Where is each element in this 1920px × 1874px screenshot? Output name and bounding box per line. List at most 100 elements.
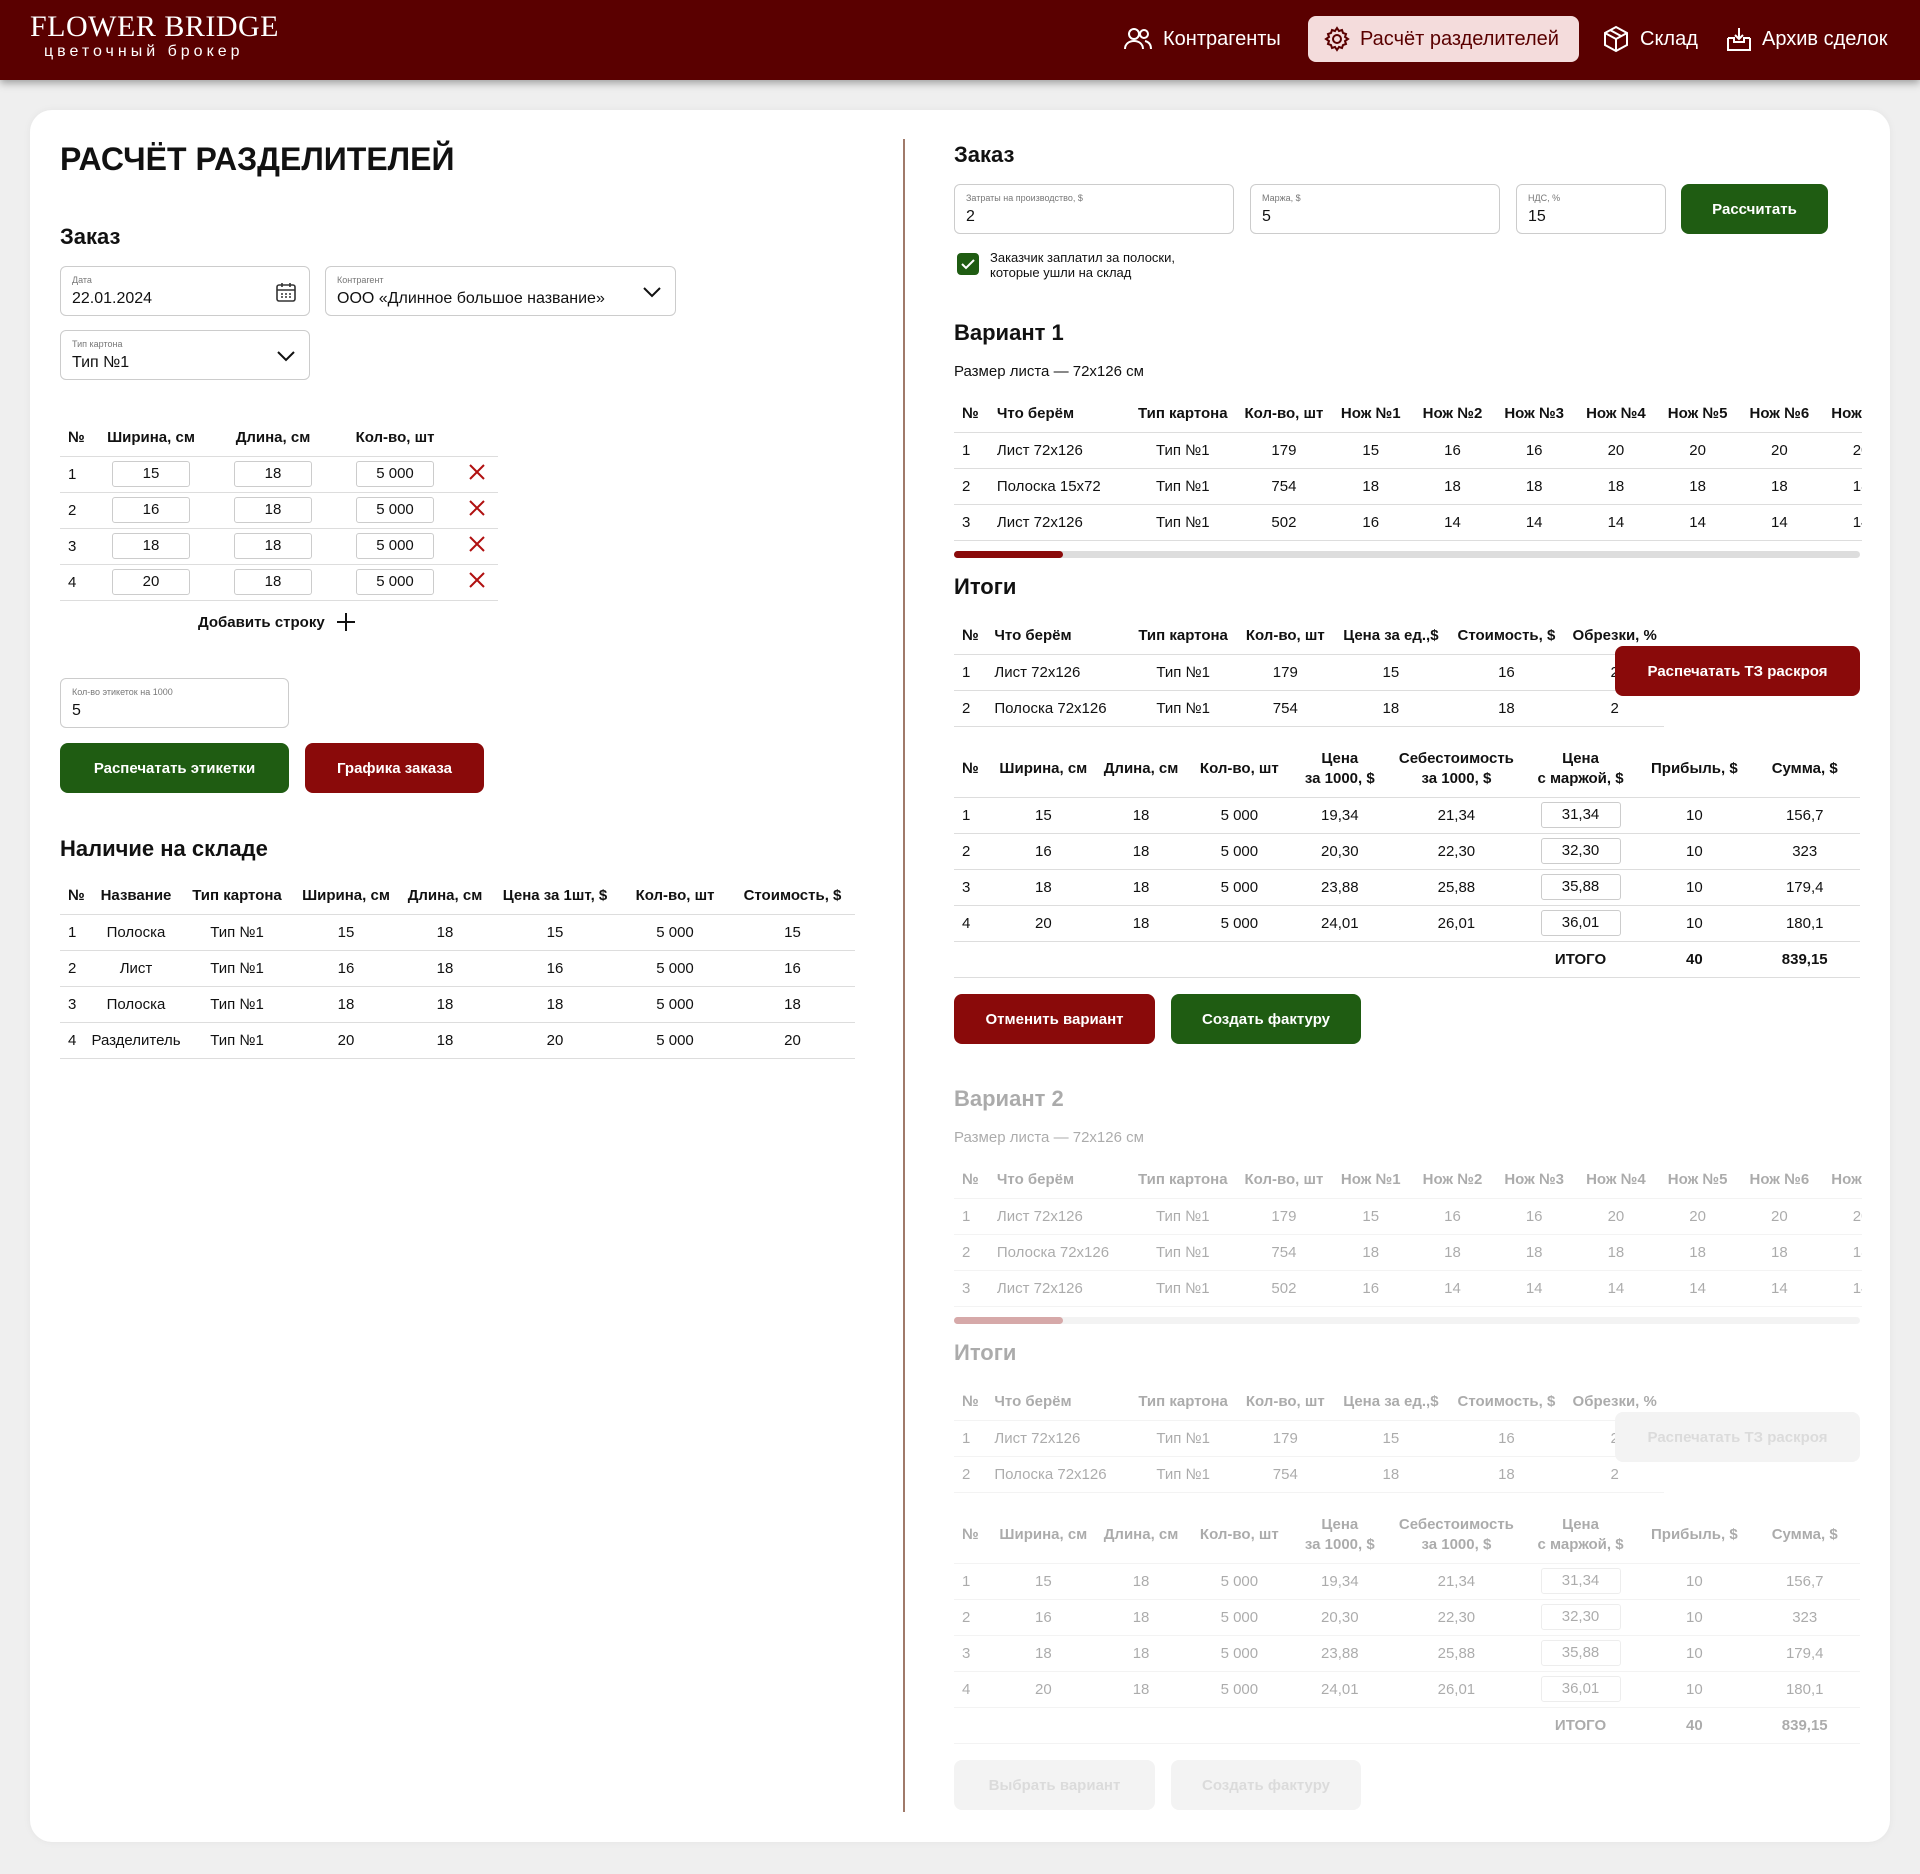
- column-header: Нож №1: [1340, 1171, 1401, 1189]
- table-cell: 18: [1091, 832, 1191, 869]
- column-header: Ширина, см: [107, 429, 195, 447]
- create-invoice-button[interactable]: Создать фактуру: [1171, 1760, 1361, 1810]
- column-header: Кол-во, шт: [1245, 1393, 1325, 1411]
- select-variant-button[interactable]: Выбрать вариант: [954, 1760, 1155, 1810]
- calculate-button[interactable]: Рассчитать: [1681, 184, 1828, 234]
- table-cell: 3: [954, 1269, 997, 1307]
- margin-price-input[interactable]: 36,01: [1540, 1676, 1621, 1702]
- column-header: Нож №1: [1340, 405, 1401, 423]
- print-labels-button[interactable]: Распечатать этикетки: [60, 743, 289, 793]
- paid-strips-checkbox[interactable]: [957, 253, 979, 275]
- margin-price-input[interactable]: 31,34: [1540, 802, 1621, 828]
- nav-label: Архив сделок: [1762, 27, 1888, 50]
- table-row: 1Лист 72х126Тип №117915162: [954, 653, 1664, 690]
- length-input[interactable]: 18: [234, 461, 312, 487]
- counterparty-select[interactable]: Контрагент ООО «Длинное большое название…: [325, 266, 676, 316]
- table-cell: 10: [1639, 1634, 1750, 1671]
- nav-divider-calculation[interactable]: Расчёт разделителей: [1308, 16, 1579, 62]
- table-cell: Тип №1: [182, 985, 292, 1022]
- horizontal-scrollbar[interactable]: [954, 1317, 1860, 1324]
- margin-field[interactable]: Маржа, $ 5: [1250, 184, 1500, 234]
- table-cell: 4: [954, 1670, 995, 1707]
- print-cut-spec-button[interactable]: Распечатать ТЗ раскроя: [1615, 1412, 1860, 1462]
- production-cost-value: 2: [966, 208, 975, 225]
- column-header-line: Цена: [1562, 1515, 1599, 1533]
- column-header-line: за 1000, $: [1421, 769, 1492, 787]
- margin-price-input[interactable]: 35,88: [1540, 874, 1621, 900]
- nav-warehouse[interactable]: Склад: [1586, 16, 1714, 62]
- table-cell: 26,01: [1391, 1670, 1522, 1707]
- delete-row-icon[interactable]: [468, 499, 486, 517]
- production-cost-field[interactable]: Затраты на производство, $ 2: [954, 184, 1234, 234]
- column-header: Себестоимость за 1000, $: [1391, 741, 1522, 797]
- table-cell: 180,1: [1749, 904, 1860, 941]
- carton-type-value: Тип №1: [72, 354, 130, 371]
- table-cell: 21,34: [1391, 1562, 1522, 1599]
- add-row-button[interactable]: Добавить строку: [198, 611, 357, 633]
- table-cell: 16: [1493, 431, 1576, 468]
- print-cut-spec-button[interactable]: Распечатать ТЗ раскроя: [1615, 646, 1860, 696]
- margin-price-input[interactable]: 35,88: [1540, 1640, 1621, 1666]
- table-row: 2 Полоска 72х126 Тип №1 754 18 18 2: [954, 689, 1664, 727]
- cut-table-viewport[interactable]: № Что берём Тип картона Кол-во, шт Нож №1 Нож…: [954, 396, 1862, 544]
- date-field[interactable]: Дата 22.01.2024: [60, 266, 310, 316]
- delete-row-icon[interactable]: [468, 571, 486, 589]
- table-cell: 14: [1738, 1269, 1821, 1307]
- table-cell: 754: [1236, 1455, 1335, 1493]
- margin-price-input[interactable]: 31,34: [1540, 1568, 1621, 1594]
- table-cell: 179,4: [1749, 1634, 1860, 1671]
- nav-deal-archive[interactable]: Архив сделок: [1710, 16, 1904, 62]
- table-cell: 18: [1656, 467, 1739, 504]
- margin-price-input[interactable]: 32,30: [1540, 838, 1621, 864]
- table-cell: Тип №1: [1127, 467, 1238, 504]
- vat-field[interactable]: НДС, % 15: [1516, 184, 1666, 234]
- length-input[interactable]: 18: [234, 569, 312, 595]
- quantity-input[interactable]: 5 000: [356, 569, 434, 595]
- width-input[interactable]: 18: [112, 533, 190, 559]
- total-sum: 839,15: [1749, 940, 1860, 978]
- brand-title[interactable]: FLOWER BRIDGE: [30, 10, 279, 44]
- column-header: Цена за ед.,$: [1343, 1393, 1439, 1411]
- nav-counterparties[interactable]: Контрагенты: [1107, 16, 1297, 62]
- table-cell: 14: [1820, 1269, 1862, 1307]
- horizontal-scrollbar[interactable]: [954, 551, 1860, 558]
- quantity-input[interactable]: 5 000: [356, 461, 434, 487]
- scrollbar-thumb[interactable]: [954, 1317, 1063, 1324]
- width-input[interactable]: 16: [112, 497, 190, 523]
- table-cell: 16: [1329, 1269, 1412, 1307]
- delete-row-icon[interactable]: [468, 535, 486, 553]
- table-cell: 18: [1091, 1670, 1191, 1707]
- length-input[interactable]: 18: [234, 497, 312, 523]
- cancel-variant-button[interactable]: Отменить вариант: [954, 994, 1155, 1044]
- column-header: Название: [100, 887, 172, 905]
- delete-row-icon[interactable]: [468, 463, 486, 481]
- quantity-input[interactable]: 5 000: [356, 497, 434, 523]
- totals-table: № Что берём Тип картона Кол-во, шт Цена за е…: [954, 1384, 1664, 1493]
- labels-per-1000-field[interactable]: Кол-во этикеток на 1000 5: [60, 678, 289, 728]
- order-graphics-button[interactable]: Графика заказа: [305, 743, 484, 793]
- scrollbar-thumb[interactable]: [954, 551, 1063, 558]
- table-cell: 18: [1091, 904, 1191, 941]
- table-cell: 2: [954, 1455, 995, 1493]
- table-cell: 15: [730, 913, 855, 950]
- table-cell: 15: [994, 1562, 1092, 1599]
- table-cell: Тип №1: [182, 949, 292, 986]
- margin-price-input[interactable]: 32,30: [1540, 1604, 1621, 1630]
- calendar-icon[interactable]: [275, 281, 297, 303]
- table-cell: 18: [292, 985, 400, 1022]
- table-cell: 10: [1639, 832, 1750, 869]
- carton-type-select[interactable]: Тип картона Тип №1: [60, 330, 310, 380]
- table-cell: 5 000: [620, 985, 730, 1022]
- margin-price-input[interactable]: 36,01: [1540, 910, 1621, 936]
- column-header-line: Сумма, $: [1771, 759, 1838, 777]
- width-input[interactable]: 20: [112, 569, 190, 595]
- create-invoice-button[interactable]: Создать фактуру: [1171, 994, 1361, 1044]
- column-header: Прибыль, $: [1639, 1507, 1749, 1563]
- cut-table-viewport[interactable]: № Что берём Тип картона Кол-во, шт Нож №1 Нож…: [954, 1162, 1862, 1310]
- quantity-input[interactable]: 5 000: [356, 533, 434, 559]
- column-header-line: с маржой, $: [1537, 769, 1624, 787]
- width-input[interactable]: 15: [112, 461, 190, 487]
- column-header: Нож №6: [1749, 405, 1810, 423]
- length-input[interactable]: 18: [234, 533, 312, 559]
- carton-type-label: Тип картона: [72, 339, 123, 349]
